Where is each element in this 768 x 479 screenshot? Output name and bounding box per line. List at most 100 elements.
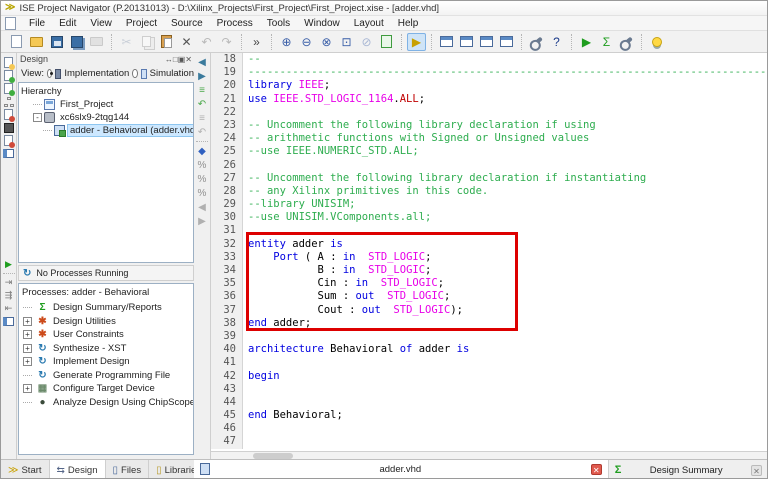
menu-source[interactable]: Source bbox=[164, 17, 210, 30]
process-item[interactable]: +✱User Constraints bbox=[19, 328, 193, 342]
next-marker-icon-button[interactable]: ▶ bbox=[195, 69, 210, 83]
context-help-icon-button[interactable]: ? bbox=[547, 33, 566, 51]
layout-tile-vertical-icon-button[interactable] bbox=[477, 33, 496, 51]
settings-wrench-icon-button[interactable] bbox=[527, 33, 546, 51]
code-editor[interactable]: 18--19----------------------------------… bbox=[211, 53, 768, 451]
design-summary-icon-button[interactable]: Σ bbox=[597, 33, 616, 51]
tab-design[interactable]: ⇆Design bbox=[50, 460, 106, 479]
code-text bbox=[243, 330, 248, 343]
save-icon-button[interactable] bbox=[47, 33, 66, 51]
process-item[interactable]: ↻Generate Programming File bbox=[19, 369, 193, 383]
prev-marker-icon-button[interactable]: ◀ bbox=[195, 55, 210, 69]
close-icon-button[interactable]: ✕ bbox=[185, 55, 192, 64]
open-project-icon-button[interactable] bbox=[27, 33, 46, 51]
zoom-out-icon-button[interactable]: ⊖ bbox=[297, 33, 316, 51]
rerun-process-icon-button[interactable]: ⇥ bbox=[2, 276, 16, 289]
process-view-icon bbox=[3, 317, 14, 326]
process-expander[interactable]: + bbox=[23, 317, 32, 326]
doc-tab-design-summary[interactable]: ΣDesign Summary✕ bbox=[609, 460, 768, 479]
outdent-icon-button[interactable]: ≡ bbox=[195, 111, 210, 125]
run-process-icon: ▶ bbox=[5, 259, 12, 270]
process-item[interactable]: +▦Configure Target Device bbox=[19, 382, 193, 396]
run-icon-button[interactable]: ▶ bbox=[577, 33, 596, 51]
back-icon-button[interactable]: ◀ bbox=[195, 200, 210, 214]
doc-tab-close-icon[interactable]: ✕ bbox=[591, 464, 602, 475]
code-line: 25--use IEEE.NUMERIC_STD.ALL; bbox=[211, 145, 768, 158]
menu-tools[interactable]: Tools bbox=[260, 17, 297, 30]
dock-icon-button[interactable]: ↔ bbox=[165, 55, 173, 64]
menu-view[interactable]: View bbox=[83, 17, 119, 30]
zoom-box-icon-button[interactable]: ⊡ bbox=[337, 33, 356, 51]
layout-cascade-icon-button[interactable] bbox=[437, 33, 456, 51]
indent-icon-button[interactable]: ≡ bbox=[195, 83, 210, 97]
process-view-icon-button[interactable] bbox=[2, 315, 16, 328]
print-icon-button[interactable] bbox=[87, 33, 106, 51]
process-expander[interactable]: + bbox=[23, 330, 32, 339]
process-item[interactable]: ●Analyze Design Using ChipScope bbox=[19, 396, 193, 410]
find-next-icon-button[interactable]: % bbox=[195, 172, 210, 186]
goto-icon-button[interactable]: ◆ bbox=[195, 144, 210, 158]
process-expander[interactable]: + bbox=[23, 384, 32, 393]
view-radio-implementation[interactable] bbox=[47, 69, 52, 78]
tab-files[interactable]: ▯Files bbox=[106, 460, 150, 479]
redo-icon-button[interactable]: ↷ bbox=[217, 33, 236, 51]
process-item[interactable]: +✱Design Utilities bbox=[19, 315, 193, 329]
save-all-icon-button[interactable] bbox=[67, 33, 86, 51]
check-syntax-icon-button[interactable] bbox=[377, 33, 396, 51]
process-expander[interactable]: + bbox=[23, 357, 32, 366]
zoom-in-icon-button[interactable]: ⊕ bbox=[277, 33, 296, 51]
paste-icon-button[interactable] bbox=[157, 33, 176, 51]
toolbar-overflow-icon-button[interactable]: » bbox=[247, 33, 266, 51]
tree-item[interactable]: -xc6slx9-2tqg144 bbox=[19, 111, 193, 124]
new-file-icon-button[interactable] bbox=[7, 33, 26, 51]
copy-icon-button[interactable] bbox=[137, 33, 156, 51]
menu-window[interactable]: Window bbox=[297, 17, 347, 30]
doc-tab-adder-vhd[interactable]: adder.vhd✕ bbox=[194, 460, 609, 479]
tab-start[interactable]: ≫Start bbox=[1, 460, 50, 479]
design-check-icon-button[interactable] bbox=[2, 134, 16, 147]
add-source-icon-button[interactable] bbox=[2, 69, 16, 82]
layout-tile-horizontal-icon-button[interactable] bbox=[457, 33, 476, 51]
process-item[interactable]: ΣDesign Summary/Reports bbox=[19, 301, 193, 315]
menu-process[interactable]: Process bbox=[210, 17, 260, 30]
select-tool-icon-button[interactable]: ▶ bbox=[407, 33, 426, 51]
view-radio-simulation[interactable] bbox=[132, 69, 137, 78]
run-process-icon-button[interactable]: ▶ bbox=[2, 258, 16, 271]
replace-icon-button[interactable]: % bbox=[195, 186, 210, 200]
impact-icon-button[interactable] bbox=[617, 33, 636, 51]
menu-edit[interactable]: Edit bbox=[52, 17, 83, 30]
toolbar-group bbox=[4, 33, 109, 51]
snapshot-icon-button[interactable] bbox=[2, 121, 16, 134]
editor-horizontal-scrollbar[interactable] bbox=[211, 451, 768, 459]
hierarchy-icon-button[interactable] bbox=[2, 95, 16, 108]
cut-icon-button[interactable]: ✂ bbox=[117, 33, 136, 51]
process-item[interactable]: +↻Synthesize - XST bbox=[19, 342, 193, 356]
tree-expander[interactable]: - bbox=[33, 113, 42, 122]
zoom-full-icon-button[interactable]: ⊗ bbox=[317, 33, 336, 51]
find-icon-button[interactable]: % bbox=[195, 158, 210, 172]
add-copy-of-source-icon-button[interactable] bbox=[2, 82, 16, 95]
remove-source-icon-button[interactable] bbox=[2, 108, 16, 121]
layout-restore-icon-button[interactable] bbox=[497, 33, 516, 51]
toolbar-group bbox=[434, 33, 519, 51]
tree-item[interactable]: adder - Behavioral (adder.vhd) bbox=[19, 124, 193, 137]
delete-icon-button[interactable]: ✕ bbox=[177, 33, 196, 51]
stop-process-icon-button[interactable]: ⇤ bbox=[2, 302, 16, 315]
doc-tab-close-icon[interactable]: ✕ bbox=[751, 465, 762, 476]
panel-view-icon-button[interactable] bbox=[2, 147, 16, 160]
menu-help[interactable]: Help bbox=[391, 17, 426, 30]
menu-layout[interactable]: Layout bbox=[347, 17, 391, 30]
lightbulb-icon-button[interactable] bbox=[647, 33, 666, 51]
process-item[interactable]: +↻Implement Design bbox=[19, 355, 193, 369]
zoom-selection-icon-button[interactable]: ⊘ bbox=[357, 33, 376, 51]
forward-icon-button[interactable]: ▶ bbox=[195, 214, 210, 228]
menu-project[interactable]: Project bbox=[119, 17, 164, 30]
undo-icon-button[interactable]: ↶ bbox=[197, 33, 216, 51]
new-source-icon-button[interactable] bbox=[2, 56, 16, 69]
rerun-all-icon-button[interactable]: ⇶ bbox=[2, 289, 16, 302]
menu-file[interactable]: File bbox=[22, 17, 52, 30]
process-expander[interactable]: + bbox=[23, 344, 32, 353]
undo-indent-icon-button[interactable]: ↶ bbox=[195, 125, 210, 139]
tree-item[interactable]: First_Project bbox=[19, 98, 193, 111]
smart-indent-icon-button[interactable]: ↶ bbox=[195, 97, 210, 111]
